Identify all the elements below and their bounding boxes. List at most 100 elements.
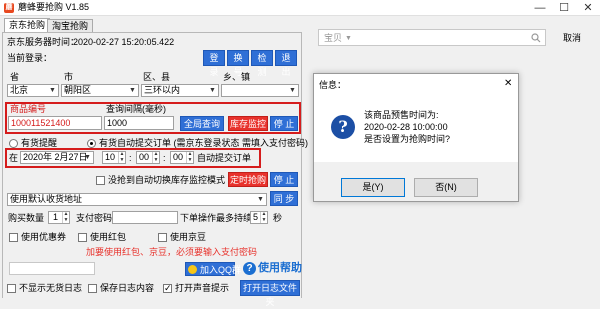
product-id-input[interactable]: 100011521400 <box>8 116 102 130</box>
auto-submit-radio[interactable] <box>87 139 96 148</box>
stop-monitor-button[interactable]: 停 止 <box>270 116 298 131</box>
dialog-line-1: 该商品预售时间为: <box>364 110 439 120</box>
maximize-icon[interactable]: ☐ <box>552 0 576 16</box>
confirm-dialog: 信息： ✕ ? 该商品预售时间为: 2020-02-28 10:00:00 是否… <box>313 73 519 202</box>
search-icon[interactable] <box>531 33 541 43</box>
logout-button[interactable]: 退 出 <box>275 50 297 77</box>
no-button[interactable]: 否(N) <box>414 178 478 197</box>
save-logs-checkbox[interactable] <box>88 284 97 293</box>
tab-jd[interactable]: 京东抢购 <box>4 18 51 32</box>
dialog-line-3: 是否设置为抢购时间? <box>364 134 451 144</box>
chevron-down-icon: ▼ <box>209 87 216 94</box>
in-stock-radio[interactable] <box>9 139 18 148</box>
district-value: 三环以内 <box>144 85 181 95</box>
hour-stepper[interactable]: 10 ▲ ▼ <box>102 151 126 164</box>
spin-arrows-icon[interactable]: ▲ ▼ <box>62 211 69 223</box>
stock-monitor-button[interactable]: 库存监控 <box>228 116 268 131</box>
stop-timer-button[interactable]: 停 止 <box>270 172 298 187</box>
minute-stepper[interactable]: 00 ▲ ▼ <box>136 151 160 164</box>
question-icon: ? <box>331 115 355 139</box>
jd-bean-checkbox[interactable] <box>158 233 167 242</box>
sound-alert-checkbox[interactable] <box>163 283 172 293</box>
hour-separator: : <box>129 153 132 163</box>
qty-label: 购买数量 <box>8 213 45 223</box>
max-duration-label: 下单操作最多持续 <box>180 213 253 223</box>
qq-penguin-icon <box>188 265 197 274</box>
window-title: 蘑蜂要抢购 V1.85 <box>18 2 90 12</box>
duration-stepper[interactable]: 5 ▲ ▼ <box>250 211 268 224</box>
second-stepper[interactable]: 00 ▲ ▼ <box>170 151 194 164</box>
jd-bean-label: 使用京豆 <box>170 232 207 242</box>
pay-password-label: 支付密码 <box>76 213 113 223</box>
query-interval-input[interactable]: 1000 <box>104 116 174 130</box>
save-logs-label: 保存日志内容 <box>100 283 155 293</box>
district-label: 区、县 <box>143 72 171 82</box>
timed-purchase-button[interactable]: 定时抢购 <box>228 172 268 187</box>
global-query-button[interactable]: 全局查询 <box>180 116 224 131</box>
search-bar[interactable]: 宝贝 ▼ <box>318 29 546 46</box>
address-value: 使用默认收货地址 <box>10 194 83 204</box>
footer-blank-field <box>9 262 95 275</box>
server-time-label: 京东服务器时间： <box>7 37 80 47</box>
qq-group-label: 加入QQ群 <box>200 265 242 275</box>
chevron-down-icon: ▼ <box>49 87 56 94</box>
auto-switch-label: 没抢到自动切换库存监控模式 <box>108 175 226 185</box>
help-link[interactable]: 使用帮助 <box>258 263 302 274</box>
spin-arrows-icon[interactable]: ▲ ▼ <box>118 151 125 163</box>
qty-value: 1 <box>53 212 59 222</box>
auto-switch-checkbox[interactable] <box>96 176 105 185</box>
duration-value: 5 <box>253 212 259 222</box>
qty-stepper[interactable]: 1 ▲ ▼ <box>48 211 70 224</box>
sync-button[interactable]: 同 步 <box>270 191 298 206</box>
payment-warning: 加要使用红包、京豆，必须要输入支付密码 <box>86 247 258 257</box>
minute-value: 00 <box>139 152 150 162</box>
app-icon: 蘑 <box>4 3 14 13</box>
qq-group-button[interactable]: 加入QQ群 <box>185 262 241 276</box>
cancel-link[interactable]: 取消 <box>563 33 581 44</box>
close-icon[interactable]: ✕ <box>576 0 600 16</box>
red-packet-label: 使用红包 <box>90 232 127 242</box>
spin-arrows-icon[interactable]: ▲ ▼ <box>186 151 193 163</box>
dialog-title: 信息： <box>319 80 347 90</box>
title-bar <box>0 0 600 16</box>
hide-logs-label: 不显示无货日志 <box>19 283 83 293</box>
query-interval-label: 查询间隔(毫秒) <box>106 104 166 114</box>
city-select[interactable]: 朝阳区 ▼ <box>61 84 139 97</box>
sound-alert-label: 打开声音提示 <box>175 283 230 293</box>
chevron-down-icon: ▼ <box>84 154 91 161</box>
chevron-down-icon: ▼ <box>289 87 296 94</box>
spin-arrows-icon[interactable]: ▲ ▼ <box>260 211 267 223</box>
open-log-folder-button[interactable]: 打开日志文件夹 <box>240 280 300 307</box>
pay-password-input[interactable] <box>112 211 178 224</box>
help-icon[interactable]: ? <box>243 262 256 275</box>
login-button[interactable]: 登 录 <box>203 50 225 77</box>
date-picker[interactable]: 2020年 2月27日 ▼ <box>20 151 94 164</box>
product-id-label: 商品编号 <box>10 104 47 114</box>
hide-logs-checkbox[interactable] <box>7 284 16 293</box>
detect-button[interactable]: 检 测 <box>251 50 273 77</box>
tab-taobao[interactable]: 淘宝抢购 <box>47 19 94 32</box>
city-label: 市 <box>64 72 74 82</box>
search-placeholder: 宝贝 <box>324 33 343 43</box>
coupon-label: 使用优惠券 <box>21 232 67 242</box>
seconds-unit-label: 秒 <box>273 213 283 223</box>
dialog-line-2: 2020-02-28 10:00:00 <box>364 122 448 132</box>
yes-button[interactable]: 是(Y) <box>341 178 405 197</box>
auto-submit-order-label: 自动提交订单 <box>197 153 252 163</box>
address-select[interactable]: 使用默认收货地址 ▼ <box>7 193 267 206</box>
town-select[interactable]: ▼ <box>221 84 299 97</box>
second-value: 00 <box>173 152 184 162</box>
hour-value: 10 <box>105 152 116 162</box>
spin-arrows-icon[interactable]: ▲ ▼ <box>152 151 159 163</box>
switch-account-button[interactable]: 换 号 <box>227 50 249 77</box>
date-value: 2020年 2月27日 <box>23 152 88 162</box>
current-login-label: 当前登录： <box>7 53 53 63</box>
coupon-checkbox[interactable] <box>9 233 18 242</box>
red-packet-checkbox[interactable] <box>78 233 87 242</box>
dialog-close-icon[interactable]: ✕ <box>504 78 512 89</box>
minimize-icon[interactable]: — <box>528 0 552 16</box>
chevron-down-icon: ▼ <box>257 196 264 203</box>
province-select[interactable]: 北京 ▼ <box>7 84 59 97</box>
district-select[interactable]: 三环以内 ▼ <box>141 84 219 97</box>
chevron-down-icon[interactable]: ▼ <box>345 33 352 44</box>
